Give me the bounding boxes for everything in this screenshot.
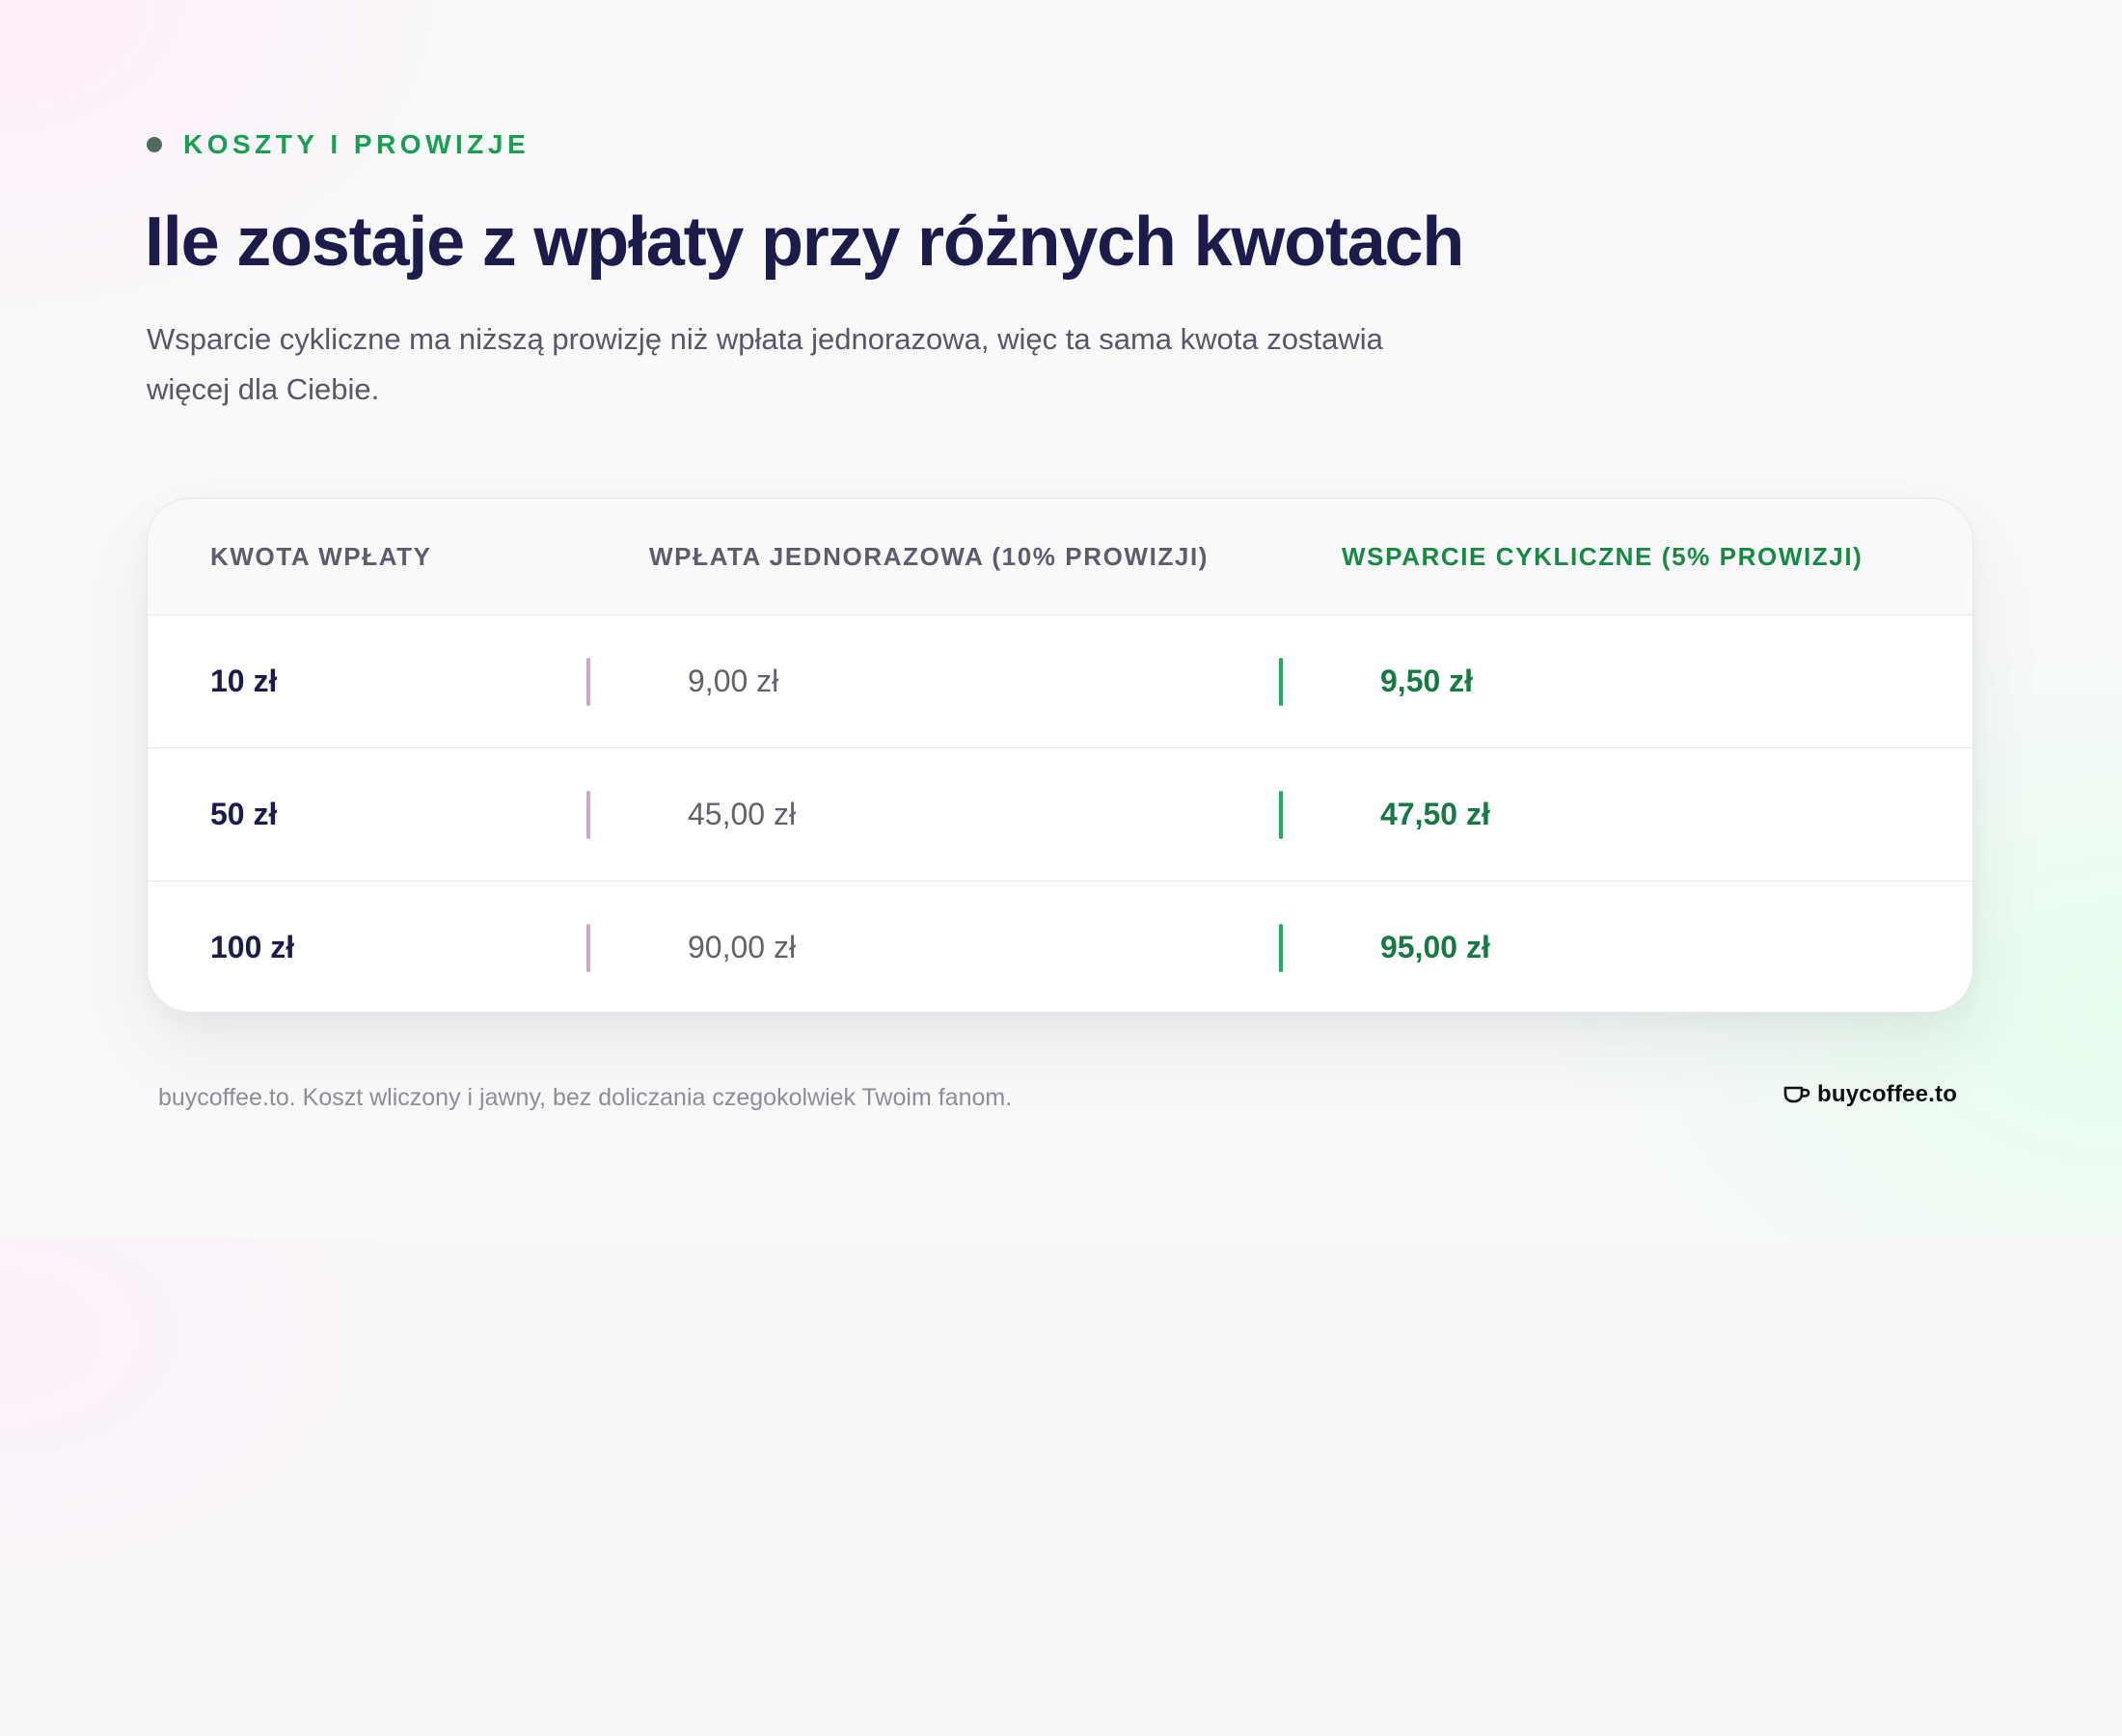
recurring-value-cell: 95,00 zł — [1380, 930, 1490, 964]
bullet-dot-icon — [147, 137, 162, 152]
table-row: 50 zł 45,00 zł 47,50 zł — [148, 748, 1972, 882]
single-value-cell: 90,00 zł — [688, 930, 797, 964]
single-accent-bar — [586, 658, 590, 706]
recurring-value-cell: 9,50 zł — [1380, 664, 1474, 698]
recurring-accent-bar — [1279, 924, 1283, 972]
brand-link[interactable]: buycoffee.to — [1782, 1081, 1957, 1108]
recurring-accent-bar — [1279, 791, 1283, 839]
amount-cell: 10 zł — [210, 664, 278, 698]
page-title: Ile zostaje z wpłaty przy różnych kwotac… — [145, 203, 1464, 281]
page-subtitle: Wsparcie cykliczne ma niższą prowizję ni… — [147, 322, 1383, 406]
comparison-table-card: KWOTA WPŁATY WPŁATA JEDNORAZOWA (10% PRO… — [147, 498, 1973, 1013]
single-accent-bar — [586, 924, 590, 972]
recurring-value-cell: 47,50 zł — [1380, 797, 1490, 831]
page-lower-area — [0, 1239, 2122, 1736]
brand-name: buycoffee.to — [1817, 1081, 1958, 1107]
column-header-amount: KWOTA WPŁATY — [210, 542, 432, 571]
single-value-cell: 45,00 zł — [688, 797, 797, 831]
table-row: 10 zł 9,00 zł 9,50 zł — [148, 615, 1972, 748]
amount-cell: 50 zł — [210, 797, 278, 831]
column-header-recurring: WSPARCIE CYKLICZNE (5% PROWIZJI) — [1342, 542, 1864, 571]
table-row: 100 zł 90,00 zł 95,00 zł — [148, 882, 1972, 1012]
eyebrow-label: KOSZTY I PROWIZJE — [183, 129, 530, 159]
single-accent-bar — [586, 791, 590, 839]
section-eyebrow: KOSZTY I PROWIZJE — [147, 129, 530, 160]
table-header: KWOTA WPŁATY WPŁATA JEDNORAZOWA (10% PRO… — [148, 499, 1972, 615]
amount-cell: 100 zł — [210, 930, 295, 964]
column-header-single: WPŁATA JEDNORAZOWA (10% PROWIZJI) — [649, 542, 1210, 571]
footnote: buycoffee.to. Koszt wliczony i jawny, be… — [158, 1084, 1013, 1111]
coffee-cup-icon — [1783, 1086, 1810, 1103]
recurring-accent-bar — [1279, 658, 1283, 706]
single-value-cell: 9,00 zł — [688, 664, 779, 698]
